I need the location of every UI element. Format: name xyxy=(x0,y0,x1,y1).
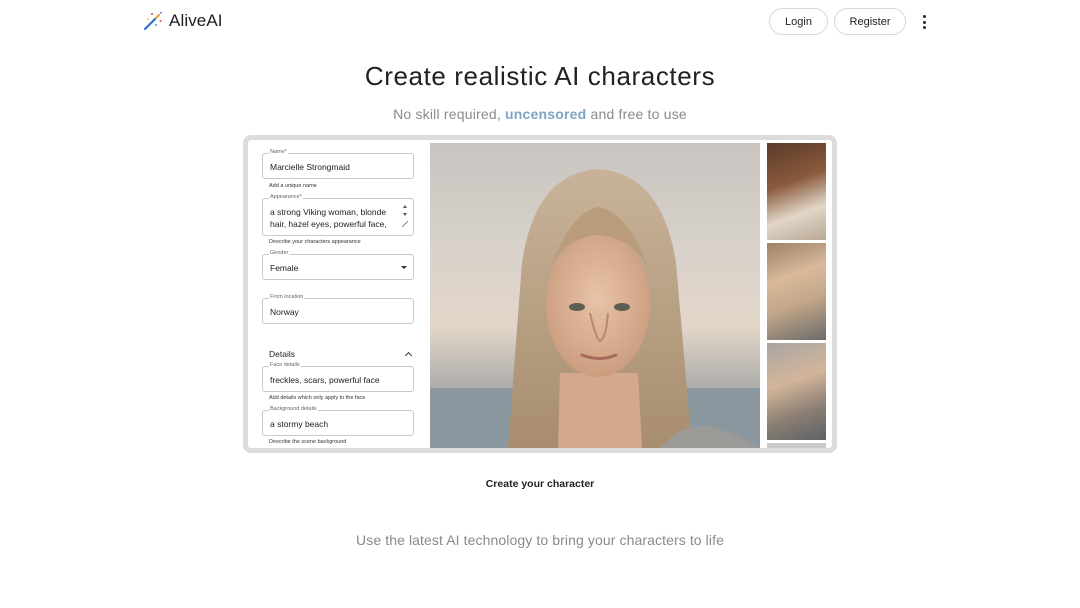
subtitle-text-end: and free to use xyxy=(590,106,687,122)
background-details-value: a stormy beach xyxy=(270,419,329,429)
face-details-label: Face details xyxy=(269,362,301,368)
face-details-field[interactable]: Face details freckles, scars, powerful f… xyxy=(262,362,414,392)
create-character-button[interactable]: Create your character xyxy=(0,478,1080,490)
face-details-value: freckles, scars, powerful face xyxy=(270,375,380,385)
location-field-label: From location xyxy=(269,294,305,300)
preview-frame: Name* Marcielle Strongmaid Add a unique … xyxy=(243,135,837,453)
page-title: Create realistic AI characters xyxy=(364,61,716,91)
name-field-label: Name* xyxy=(269,149,288,155)
thumbnail-image[interactable] xyxy=(767,443,826,448)
background-details-label: Background details xyxy=(269,406,318,412)
background-help-text: Describe the scene background xyxy=(269,439,347,445)
thumbnail-image[interactable] xyxy=(767,243,826,340)
magic-wand-icon xyxy=(143,11,162,31)
textarea-scroll-icon[interactable] xyxy=(402,205,408,227)
subtitle-text-start: No skill required, xyxy=(393,106,501,122)
gender-field-label: Gender xyxy=(269,250,290,256)
background-details-field[interactable]: Background details a stormy beach xyxy=(262,406,414,436)
name-help-text: Add a unique name xyxy=(269,183,317,189)
appearance-field-label: Appearance* xyxy=(269,194,303,200)
location-value: Norway xyxy=(270,307,299,317)
gender-value: Female xyxy=(270,263,299,273)
tagline: Use the latest AI technology to bring yo… xyxy=(356,532,724,548)
chevron-up-icon xyxy=(404,351,413,360)
subtitle-accent: uncensored xyxy=(505,106,587,122)
thumbnail-strip xyxy=(767,143,826,448)
register-button[interactable]: Register xyxy=(834,8,906,35)
chevron-down-icon xyxy=(401,266,407,269)
generated-portrait-image xyxy=(430,143,760,448)
name-field[interactable]: Name* Marcielle Strongmaid xyxy=(262,149,414,179)
kebab-menu-icon[interactable] xyxy=(918,14,930,30)
details-toggle[interactable]: Details xyxy=(269,349,414,360)
appearance-line-1: a strong Viking woman, blonde xyxy=(270,207,387,217)
location-field[interactable]: From location Norway xyxy=(262,294,414,324)
gender-select[interactable]: Gender Female xyxy=(262,250,414,280)
face-help-text: Add details which only apply to the face xyxy=(269,395,366,401)
thumbnail-image[interactable] xyxy=(767,343,826,440)
appearance-line-2: hair, hazel eyes, powerful face, xyxy=(270,219,387,229)
hero-subtitle: No skill required, uncensored and free t… xyxy=(0,106,1080,122)
thumbnail-image[interactable] xyxy=(767,143,826,240)
details-title: Details xyxy=(269,349,295,359)
name-field-value: Marcielle Strongmaid xyxy=(270,162,350,172)
character-form: Name* Marcielle Strongmaid Add a unique … xyxy=(255,143,421,448)
login-button[interactable]: Login xyxy=(769,8,828,35)
brand-name: AliveAI xyxy=(169,11,223,30)
appearance-help-text: Describe your characters appearance xyxy=(269,239,361,245)
brand-logo[interactable]: AliveAI xyxy=(143,11,223,31)
appearance-field[interactable]: Appearance* a strong Viking woman, blond… xyxy=(262,194,414,236)
